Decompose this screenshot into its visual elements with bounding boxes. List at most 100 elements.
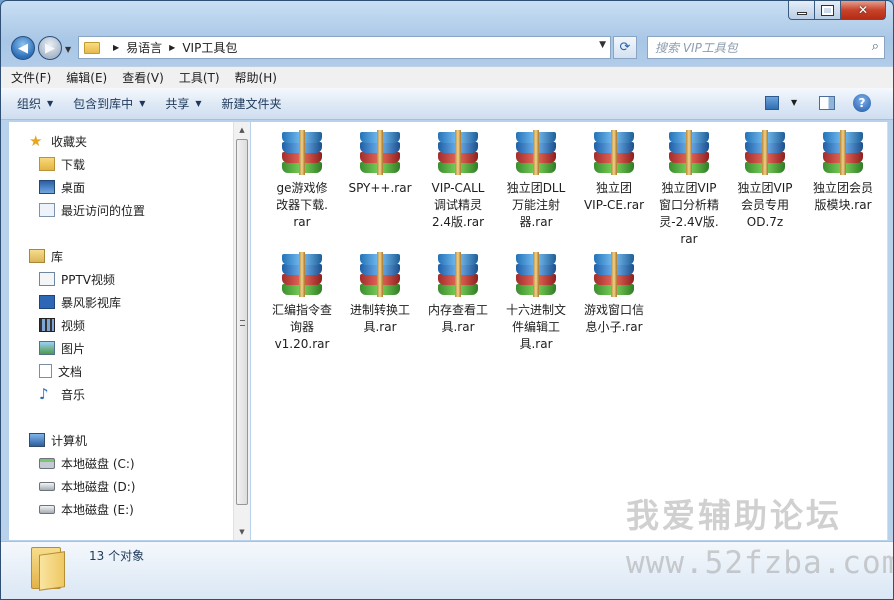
file-name: SPY++.rar	[348, 181, 412, 195]
video-library-icon	[39, 272, 55, 286]
nav-item-drive-d[interactable]: 本地磁盘 (D:)	[39, 476, 135, 496]
nav-item-drive-e[interactable]: 本地磁盘 (E:)	[39, 499, 134, 519]
help-icon[interactable]: ?	[853, 94, 871, 112]
file-item[interactable]: 内存查看工 具.rar	[419, 252, 497, 336]
nav-item-pptv[interactable]: PPTV视频	[39, 269, 115, 289]
new-folder-button[interactable]: 新建文件夹	[222, 95, 282, 112]
rar-archive-icon	[358, 130, 402, 176]
chevron-down-icon: ▼	[139, 99, 146, 108]
change-view-icon[interactable]	[765, 96, 779, 110]
scroll-down-icon[interactable]: ▼	[234, 524, 250, 540]
nav-item-baofeng[interactable]: 暴风影视库	[39, 292, 121, 312]
file-item[interactable]: ge游戏修 改器下载. rar	[263, 130, 341, 231]
nav-item-drive-c[interactable]: 本地磁盘 (C:)	[39, 453, 135, 473]
menu-help[interactable]: 帮助(H)	[235, 69, 277, 86]
breadcrumb-2[interactable]: VIP工具包	[182, 39, 237, 56]
file-item[interactable]: 进制转换工 具.rar	[341, 252, 419, 336]
nav-computer-label: 计算机	[51, 433, 88, 448]
search-icon[interactable]: ⌕	[872, 39, 879, 54]
media-library-icon	[39, 295, 55, 309]
close-button[interactable]: ✕	[841, 1, 886, 20]
file-item[interactable]: 独立团VIP 会员专用 OD.7z	[726, 130, 804, 231]
include-in-library-button[interactable]: 包含到库中 ▼	[73, 95, 145, 112]
recent-pages-dropdown[interactable]: ▼	[65, 45, 71, 54]
nav-item-music[interactable]: ♪ 音乐	[39, 384, 85, 404]
chevron-right-icon[interactable]: ▶	[113, 43, 119, 52]
file-item[interactable]: 独立团会员 版模块.rar	[804, 130, 882, 214]
nav-favorites-label: 收藏夹	[51, 134, 88, 149]
rar-archive-icon	[667, 130, 711, 176]
rar-archive-icon	[514, 130, 558, 176]
nav-item-pictures[interactable]: 图片	[39, 338, 85, 358]
chevron-right-icon[interactable]: ▶	[169, 43, 175, 52]
nav-computer[interactable]: 计算机	[29, 430, 87, 450]
nav-item-recent-places[interactable]: 最近访问的位置	[39, 200, 145, 220]
file-name: 独立团VIP 窗口分析精 灵-2.4V版. rar	[658, 181, 719, 246]
organize-button[interactable]: 组织 ▼	[17, 95, 53, 112]
share-button[interactable]: 共享 ▼	[165, 95, 201, 112]
address-bar[interactable]: ▶ 易语言 ▶ VIP工具包 ▼	[78, 36, 611, 59]
file-name: 汇编指令查 询器 v1.20.rar	[271, 303, 332, 351]
rar-archive-icon	[280, 130, 324, 176]
scrollbar-thumb[interactable]	[236, 139, 248, 505]
chevron-down-icon: ▼	[47, 99, 54, 108]
refresh-button[interactable]: ⟳	[613, 36, 637, 59]
preview-pane-icon[interactable]	[819, 96, 835, 110]
file-name: 内存查看工 具.rar	[427, 303, 488, 334]
address-dropdown-icon[interactable]: ▼	[599, 40, 606, 50]
search-input[interactable]: 搜索 VIP工具包 ⌕	[647, 36, 885, 59]
rar-archive-icon	[592, 130, 636, 176]
file-item[interactable]: VIP-CALL 调试精灵 2.4版.rar	[419, 130, 497, 231]
nav-item-label: 音乐	[61, 387, 86, 402]
minimize-icon	[796, 11, 807, 15]
file-item[interactable]: 汇编指令查 询器 v1.20.rar	[263, 252, 341, 353]
rar-archive-icon	[358, 252, 402, 298]
view-dropdown-icon[interactable]: ▼	[791, 98, 797, 107]
file-name: 独立团DLL 万能注射 器.rar	[506, 181, 566, 229]
nav-item-label: 本地磁盘 (E:)	[61, 502, 134, 517]
nav-item-desktop[interactable]: 桌面	[39, 177, 85, 197]
folder-icon	[31, 547, 65, 591]
breadcrumb-1[interactable]: 易语言	[126, 39, 162, 56]
menu-file[interactable]: 文件(F)	[11, 69, 51, 86]
grip-icon	[240, 320, 245, 326]
explorer-window: ✕ ◀ ▶ ▼ ▶ 易语言 ▶ VIP工具包 ▼ ⟳ 搜索 VIP工具包 ⌕ 文…	[0, 0, 894, 600]
drive-icon	[39, 481, 55, 491]
menu-view[interactable]: 查看(V)	[122, 69, 164, 86]
file-item[interactable]: 独立团DLL 万能注射 器.rar	[497, 130, 575, 231]
file-item[interactable]: 十六进制文 件编辑工 具.rar	[497, 252, 575, 353]
nav-favorites[interactable]: ★ 收藏夹	[29, 131, 87, 151]
close-icon: ✕	[857, 3, 869, 17]
navigation-pane: ★ 收藏夹 下载 桌面 最近访问的位置 库 PPTV视频 暴风影视库 视频 图片 …	[9, 122, 250, 540]
nav-item-label: 文档	[58, 364, 83, 379]
maximize-button[interactable]	[815, 1, 841, 20]
minimize-button[interactable]	[788, 1, 815, 20]
file-name: ge游戏修 改器下载. rar	[276, 181, 328, 229]
back-button[interactable]: ◀	[11, 36, 35, 60]
forward-button[interactable]: ▶	[38, 36, 62, 60]
nav-item-videos[interactable]: 视频	[39, 315, 85, 335]
nav-item-documents[interactable]: 文档	[39, 361, 82, 381]
nav-item-label: 图片	[61, 341, 86, 356]
caption-buttons: ✕	[788, 1, 886, 20]
menu-tools[interactable]: 工具(T)	[179, 69, 220, 86]
file-item[interactable]: 独立团VIP 窗口分析精 灵-2.4V版. rar	[650, 130, 728, 248]
file-item[interactable]: SPY++.rar	[341, 130, 419, 197]
file-item[interactable]: 独立团 VIP-CE.rar	[575, 130, 653, 214]
new-folder-label: 新建文件夹	[221, 97, 282, 111]
nav-item-downloads[interactable]: 下载	[39, 154, 85, 174]
command-bar: 组织 ▼ 包含到库中 ▼ 共享 ▼ 新建文件夹	[1, 88, 893, 120]
menu-edit[interactable]: 编辑(E)	[66, 69, 107, 86]
arrow-right-icon: ▶	[45, 40, 55, 56]
navigation-scrollbar[interactable]: ▲ ▼	[233, 122, 250, 540]
nav-libraries[interactable]: 库	[29, 246, 63, 266]
music-note-icon: ♪	[39, 385, 49, 403]
watermark-title: 我爱辅助论坛	[626, 496, 842, 535]
file-item[interactable]: 游戏窗口信 息小子.rar	[575, 252, 653, 336]
nav-item-label: 桌面	[61, 180, 86, 195]
nav-item-label: 下载	[61, 157, 86, 172]
refresh-icon: ⟳	[619, 40, 631, 55]
scroll-up-icon[interactable]: ▲	[234, 122, 250, 138]
computer-icon	[29, 433, 45, 447]
drive-icon	[39, 504, 55, 514]
